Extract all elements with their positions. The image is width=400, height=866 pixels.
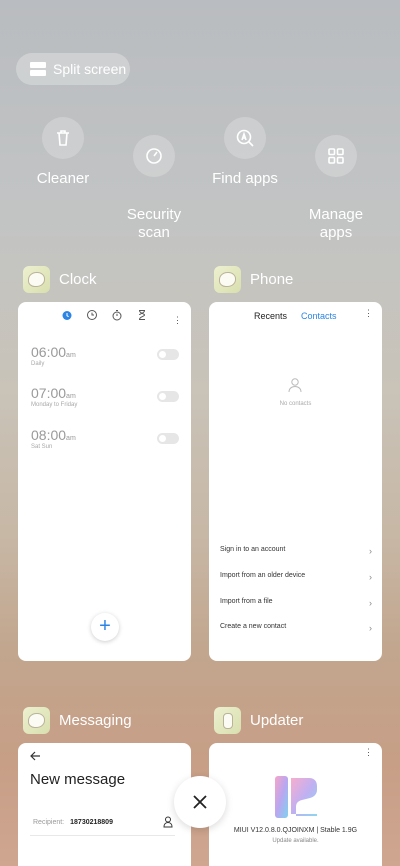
clock-app-icon (23, 266, 50, 293)
clock-recent-card[interactable]: ⋮ 06:00am Daily 07:00am Monday to Friday… (18, 302, 191, 661)
security-scan-button[interactable]: Security scan (109, 117, 199, 260)
phone-app-name: Phone (250, 271, 294, 288)
chevron-right-icon: › (369, 623, 372, 633)
security-scan-label: Security scan (126, 206, 182, 241)
cleaner-button[interactable]: Cleaner (18, 117, 108, 188)
find-apps-label: Find apps (212, 170, 278, 187)
messaging-app-icon (23, 707, 50, 734)
clock-more-icon[interactable]: ⋮ (173, 316, 182, 325)
clock-app-name: Clock (59, 271, 97, 288)
create-contact-option[interactable]: Create a new contact › (220, 623, 372, 633)
timer-tab-icon[interactable] (136, 309, 148, 321)
find-apps-button[interactable]: Find apps (200, 117, 290, 188)
trash-icon (57, 130, 69, 146)
chevron-right-icon: › (369, 598, 372, 608)
import-device-option[interactable]: Import from an older device › (220, 572, 372, 582)
updater-recent-card[interactable]: ⋮ MIUI V12.0.8.0.QJOINXM | Stable 1.9G U… (209, 743, 382, 866)
find-apps-icon (236, 129, 254, 147)
alarm-toggle[interactable] (157, 433, 179, 444)
close-icon (193, 795, 207, 809)
updater-status: Update available. (272, 838, 319, 844)
alarm-ampm: am (66, 435, 76, 442)
alarm-item[interactable]: 07:00am Monday to Friday (31, 385, 171, 408)
split-screen-label: Split screen (53, 61, 127, 77)
tab-contacts[interactable]: Contacts (301, 311, 337, 321)
chevron-right-icon: › (369, 546, 372, 556)
alarm-toggle[interactable] (157, 349, 179, 360)
option-label: Import from a file (220, 598, 273, 605)
world-clock-tab-icon[interactable] (86, 309, 98, 321)
updater-app-icon (214, 707, 241, 734)
back-arrow-icon[interactable] (30, 751, 41, 761)
alarm-ampm: am (66, 393, 76, 400)
alarm-repeat: Sat Sun (31, 444, 53, 450)
recipient-label: Recipient: (33, 819, 65, 826)
person-icon (288, 378, 302, 393)
import-file-option[interactable]: Import from a file › (220, 598, 372, 608)
add-contact-icon[interactable] (163, 816, 173, 828)
messaging-recent-card[interactable]: New message Recipient: 18730218809 (18, 743, 191, 866)
updater-app-name: Updater (250, 712, 304, 729)
split-screen-button[interactable]: Split screen (16, 53, 130, 85)
updater-more-icon[interactable]: ⋮ (364, 748, 373, 757)
add-alarm-button[interactable]: + (91, 613, 119, 641)
grid-icon (328, 148, 344, 164)
phone-header: Phone (214, 266, 293, 293)
updater-version: MIUI V12.0.8.0.QJOINXM | Stable 1.9G (233, 827, 358, 834)
messaging-header: Messaging (23, 707, 132, 734)
alarm-time: 08:00 (31, 427, 67, 443)
phone-recent-card[interactable]: Recents Contacts ⋮ No contacts Sign in t… (209, 302, 382, 661)
updater-header: Updater (214, 707, 303, 734)
split-screen-icon (30, 62, 46, 76)
alarm-repeat: Daily (31, 361, 45, 367)
phone-more-icon[interactable]: ⋮ (364, 309, 373, 318)
alarm-time: 07:00 (31, 385, 67, 401)
alarm-tab-icon[interactable] (61, 309, 73, 321)
stopwatch-tab-icon[interactable] (111, 309, 123, 321)
option-label: Create a new contact (220, 623, 287, 630)
security-icon (146, 148, 162, 164)
empty-contacts-text: No contacts (279, 401, 312, 407)
option-label: Import from an older device (220, 572, 306, 579)
alarm-time: 06:00 (31, 344, 67, 360)
clock-header: Clock (23, 266, 97, 293)
alarm-item[interactable]: 06:00am Daily (31, 344, 171, 367)
tab-recents[interactable]: Recents (254, 311, 287, 321)
alarm-ampm: am (66, 352, 76, 359)
messaging-app-name: Messaging (59, 712, 132, 729)
phone-app-icon (214, 266, 241, 293)
manage-apps-button[interactable]: Manage apps (291, 117, 381, 260)
recipient-value: 18730218809 (70, 819, 113, 826)
clear-all-button[interactable] (174, 776, 226, 828)
cleaner-label: Cleaner (36, 170, 90, 187)
new-message-title: New message (30, 771, 126, 788)
option-label: Sign in to an account (220, 546, 286, 553)
alarm-repeat: Monday to Friday (31, 402, 78, 408)
chevron-right-icon: › (369, 572, 372, 582)
recipient-field[interactable]: Recipient: 18730218809 (33, 819, 113, 826)
miui-12-logo (275, 776, 317, 818)
sign-in-option[interactable]: Sign in to an account › (220, 546, 372, 556)
manage-apps-label: Manage apps (308, 206, 364, 241)
recipient-divider (30, 835, 175, 836)
alarm-toggle[interactable] (157, 391, 179, 402)
alarm-item[interactable]: 08:00am Sat Sun (31, 427, 171, 450)
